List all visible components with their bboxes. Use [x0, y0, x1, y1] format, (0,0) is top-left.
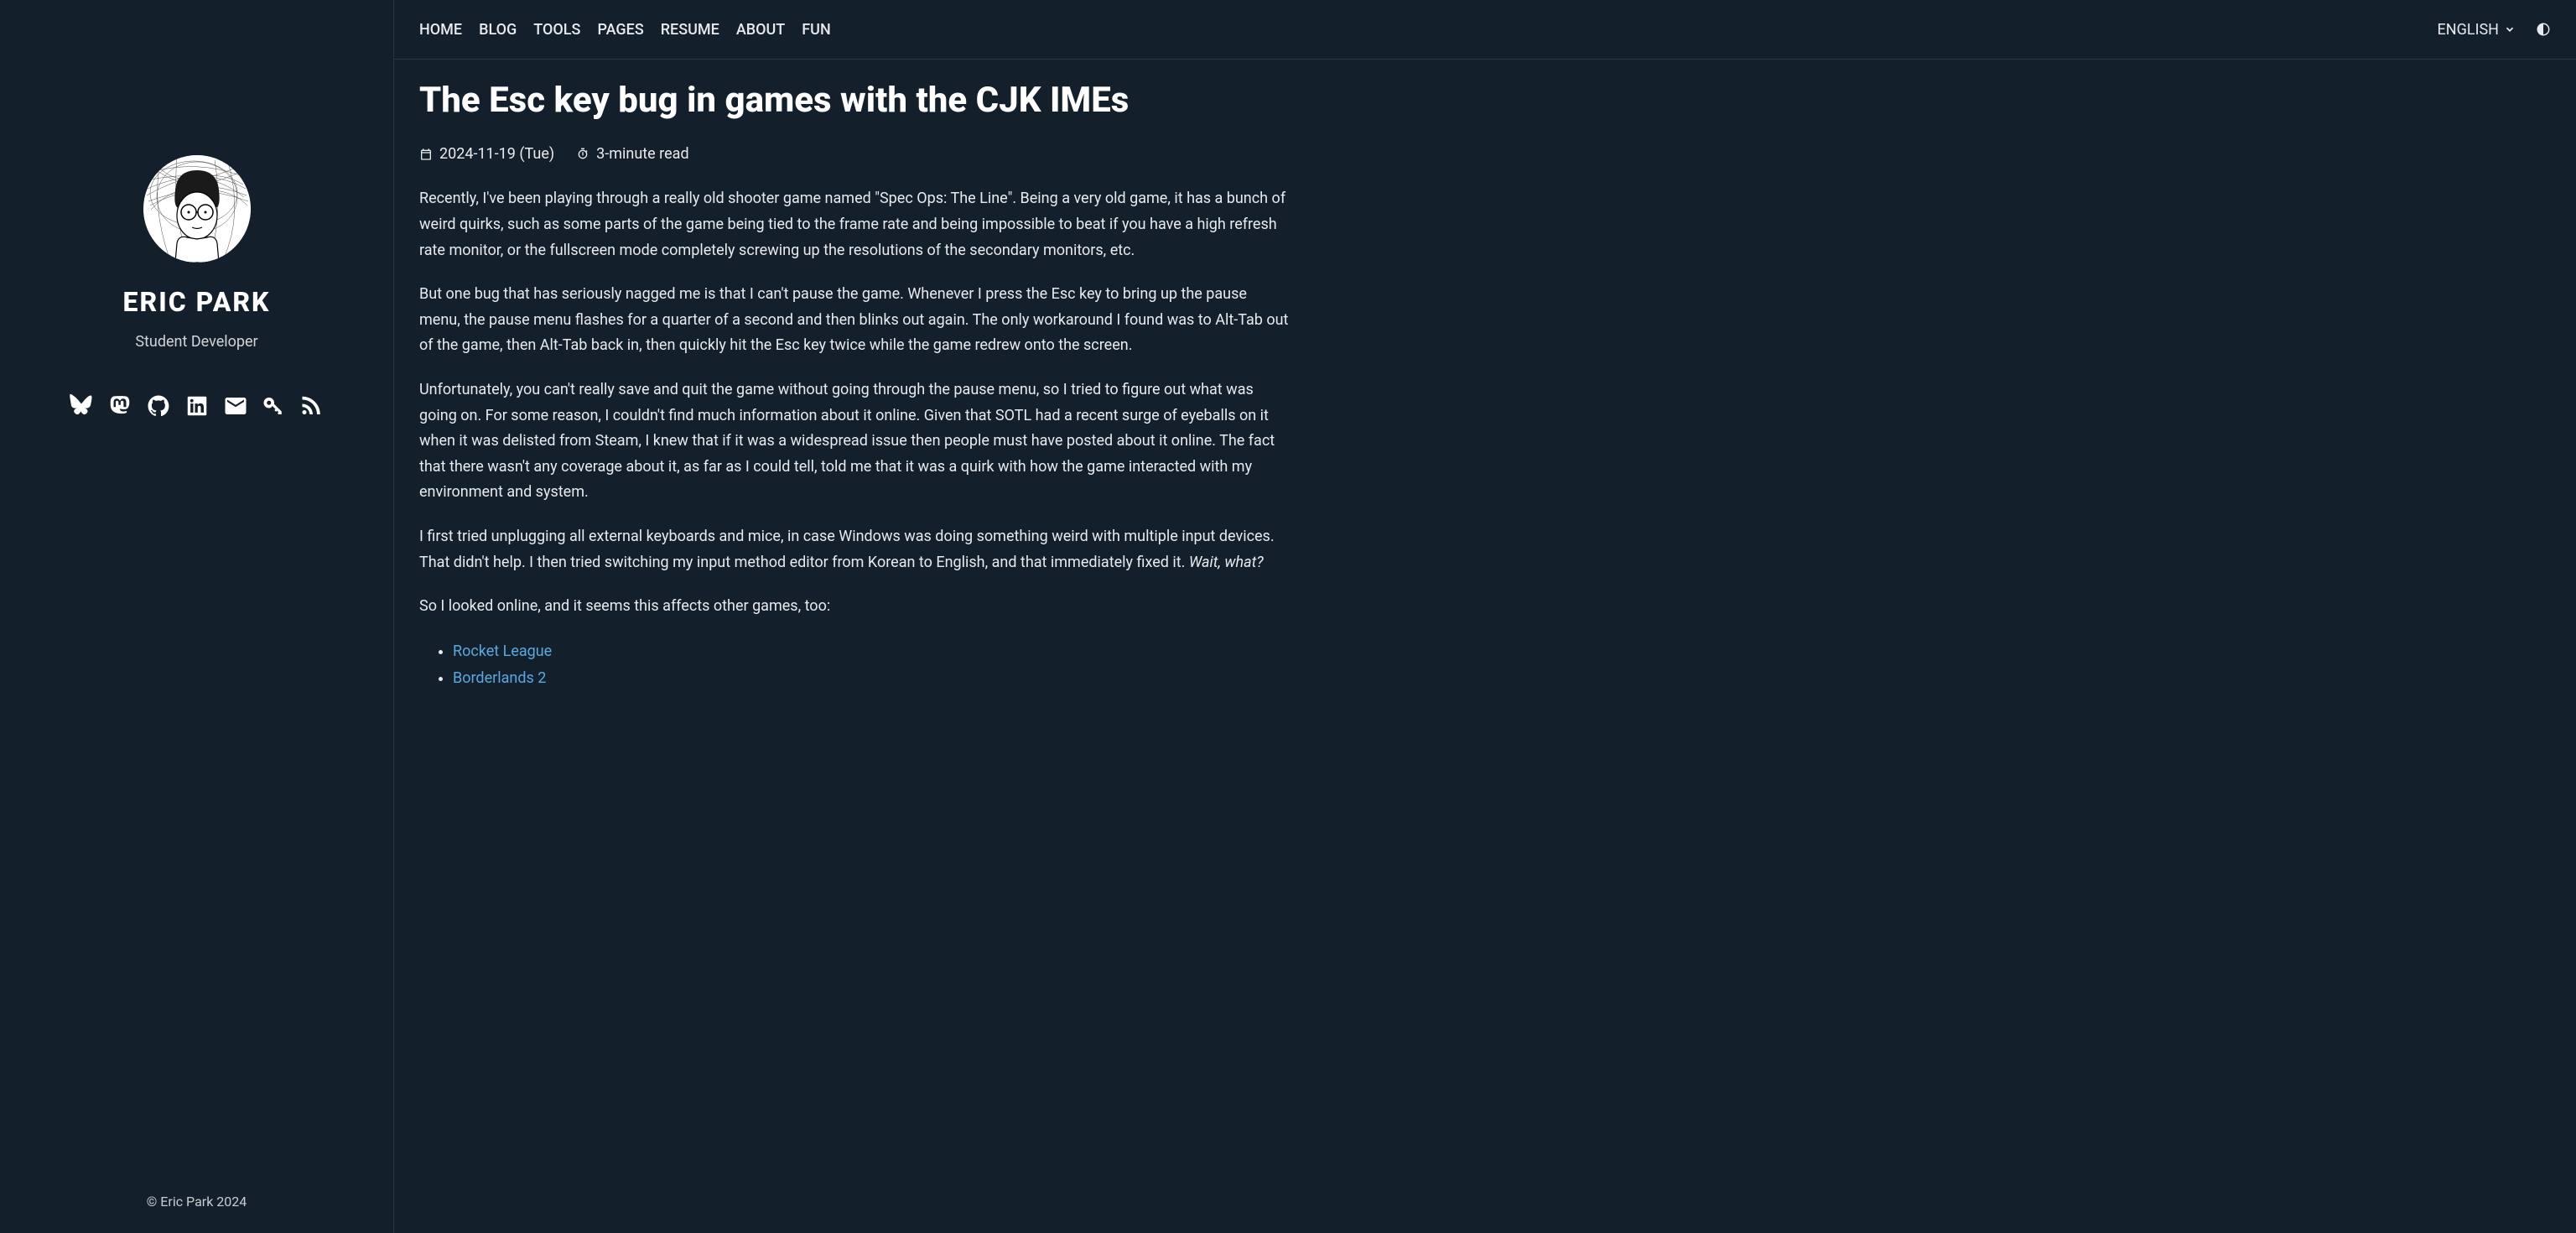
theme-toggle[interactable]	[2536, 22, 2551, 37]
email-icon[interactable]	[221, 391, 251, 421]
link-rocket-league[interactable]: Rocket League	[453, 643, 552, 660]
mastodon-icon[interactable]	[105, 391, 135, 421]
tagline: Student Developer	[135, 333, 257, 351]
stopwatch-icon	[576, 148, 589, 161]
language-label: ENGLISH	[2438, 21, 2499, 39]
list-item: Rocket League	[453, 638, 1291, 665]
chevron-down-icon	[2504, 23, 2516, 35]
rss-icon[interactable]	[298, 391, 328, 421]
calendar-icon	[419, 148, 433, 161]
post-body: Recently, I've been playing through a re…	[419, 186, 1291, 692]
post-title: The Esc key bug in games with the CJK IM…	[419, 80, 1291, 122]
nav-pages[interactable]: PAGES	[597, 21, 643, 39]
language-selector[interactable]: ENGLISH	[2438, 21, 2516, 39]
nav-blog[interactable]: BLOG	[479, 21, 517, 39]
nav-resume[interactable]: RESUME	[661, 21, 719, 39]
paragraph: Recently, I've been playing through a re…	[419, 186, 1291, 263]
link-borderlands-2[interactable]: Borderlands 2	[453, 669, 546, 687]
nav-about[interactable]: ABOUT	[736, 21, 785, 39]
paragraph: But one bug that has seriously nagged me…	[419, 282, 1291, 359]
post-date-text: 2024-11-19 (Tue)	[439, 145, 554, 163]
social-links	[66, 391, 328, 421]
post-meta: 2024-11-19 (Tue) 3-minute read	[419, 145, 1291, 163]
list-item: Borderlands 2	[453, 665, 1291, 692]
post-date: 2024-11-19 (Tue)	[419, 145, 554, 163]
nav-fun[interactable]: FUN	[802, 21, 830, 39]
linkedin-icon[interactable]	[182, 391, 212, 421]
post-readtime: 3-minute read	[576, 145, 688, 163]
link-list: Rocket League Borderlands 2	[419, 638, 1291, 693]
post-readtime-text: 3-minute read	[596, 145, 688, 163]
site-name[interactable]: ERIC PARK	[123, 286, 271, 318]
github-icon[interactable]	[143, 391, 174, 421]
bluesky-icon[interactable]	[66, 391, 96, 421]
paragraph: So I looked online, and it seems this af…	[419, 594, 1291, 620]
main: HOME BLOG TOOLS PAGES RESUME ABOUT FUN E…	[394, 0, 2576, 1233]
nav: HOME BLOG TOOLS PAGES RESUME ABOUT FUN	[419, 21, 831, 39]
avatar	[143, 155, 251, 263]
contrast-icon	[2536, 22, 2551, 37]
nav-tools[interactable]: TOOLS	[533, 21, 580, 39]
topbar: HOME BLOG TOOLS PAGES RESUME ABOUT FUN E…	[394, 0, 2576, 60]
article: The Esc key bug in games with the CJK IM…	[394, 60, 1317, 726]
nav-home[interactable]: HOME	[419, 21, 462, 39]
sidebar: ERIC PARK Student Developer © Eric Park …	[0, 0, 394, 1233]
key-icon[interactable]	[259, 391, 289, 421]
paragraph: Unfortunately, you can't really save and…	[419, 377, 1291, 506]
copyright: © Eric Park 2024	[147, 1194, 247, 1210]
paragraph: I first tried unplugging all external ke…	[419, 524, 1291, 575]
